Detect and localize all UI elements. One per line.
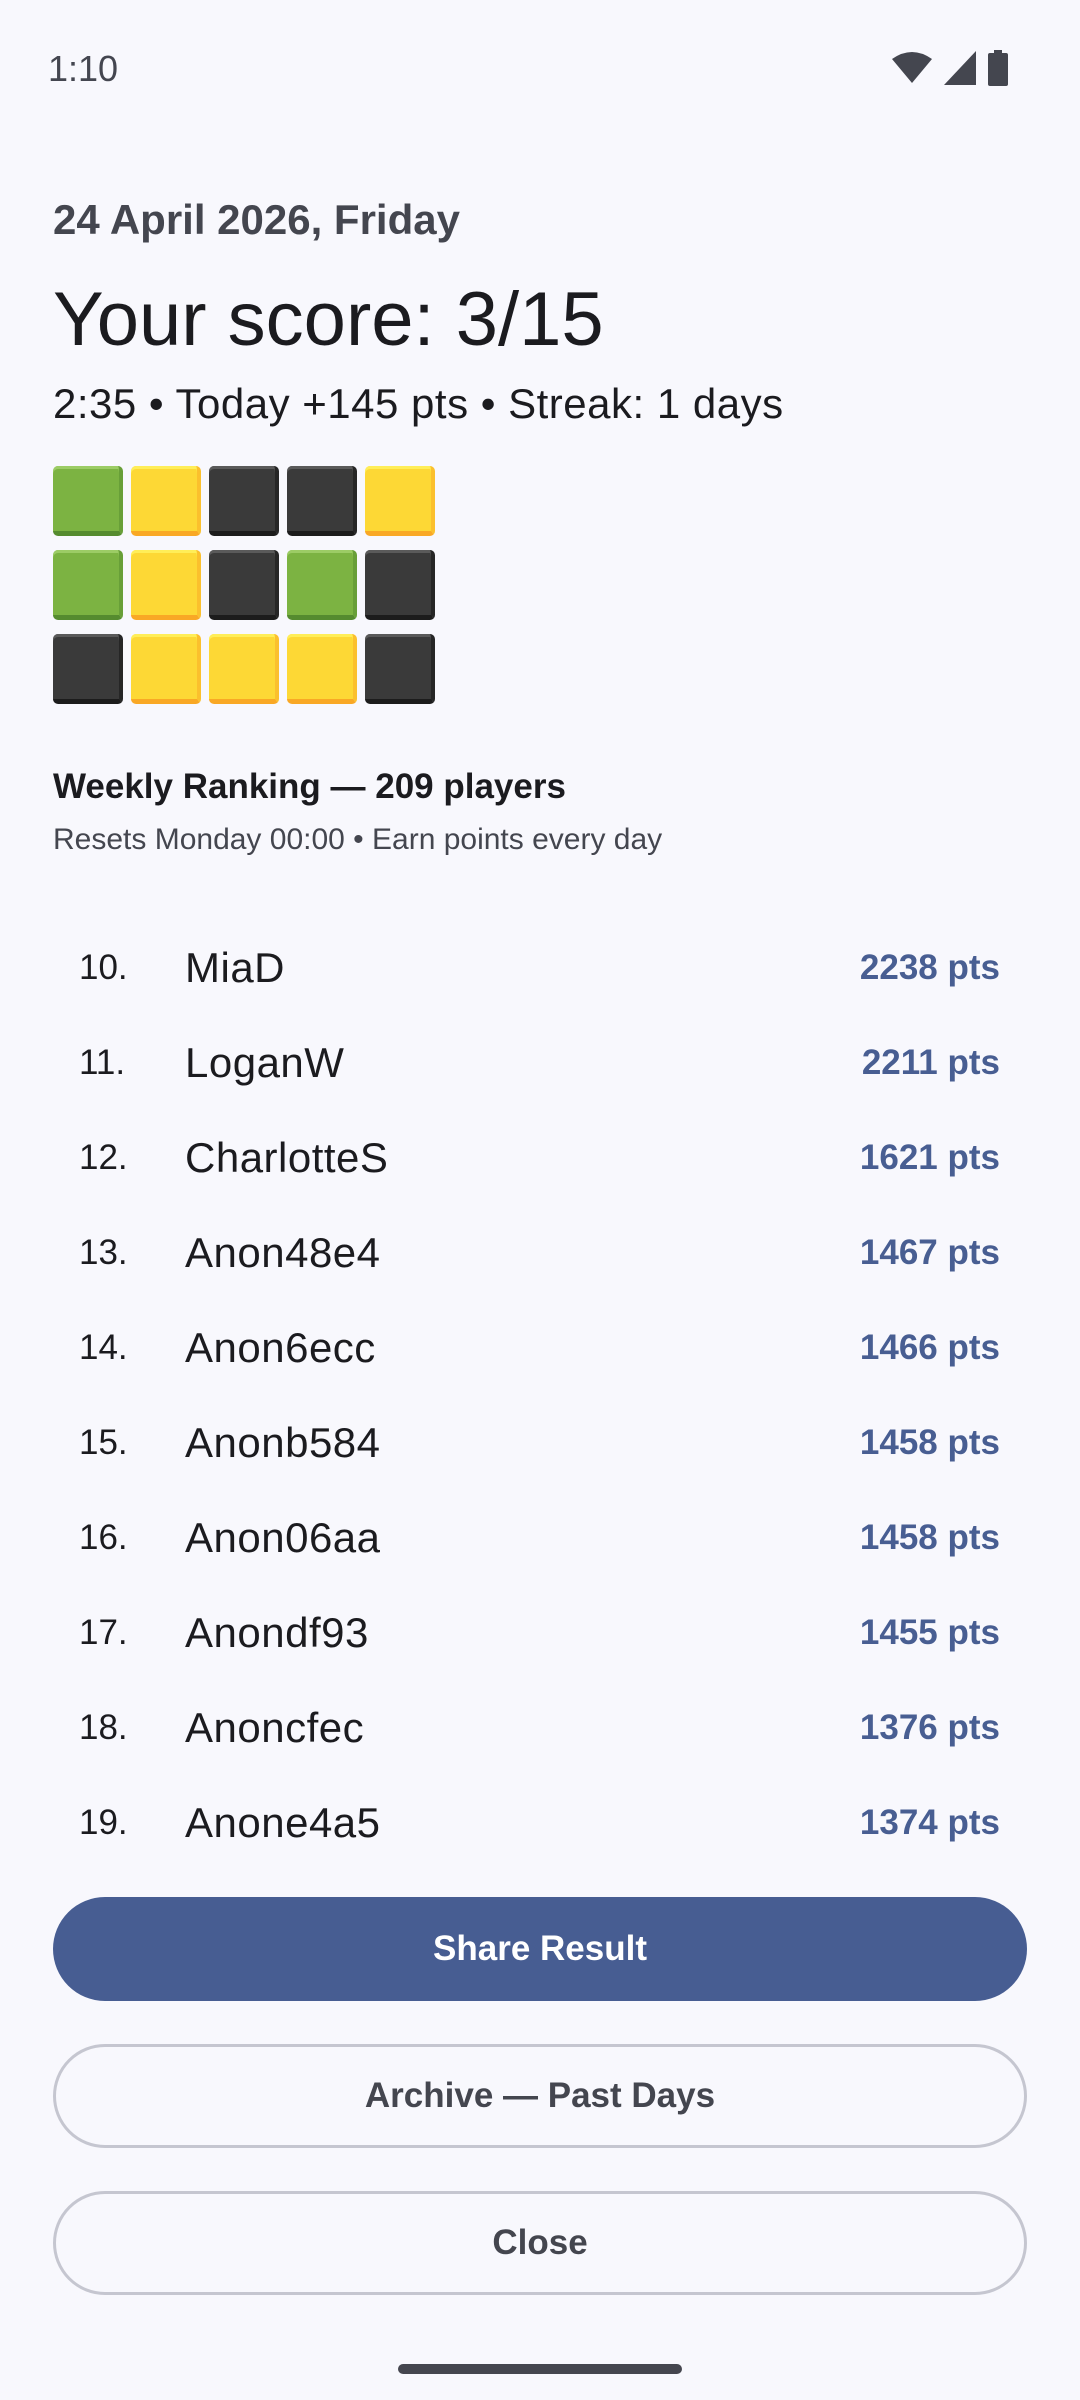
ranking-row: 10. MiaD 2238 pts [53,920,1027,1015]
black-square-icon [209,550,279,620]
stats-line: 2:35 • Today +145 pts • Streak: 1 days [53,380,784,427]
black-square-icon [53,634,123,704]
rank-number: 12. [79,1137,128,1177]
grid-row [53,466,1027,536]
player-name: Anone4a5 [185,1798,381,1846]
result-grid [53,466,1027,704]
ranking-row: 11. LoganW 2211 pts [53,1015,1027,1110]
rank-number: 14. [79,1327,128,1367]
player-points: 1458 pts [859,1422,1000,1462]
rank-number: 18. [79,1707,128,1747]
yellow-square-icon [131,550,201,620]
player-points: 2211 pts [861,1042,1000,1082]
ranking-row: 16. Anon06aa 1458 pts [53,1490,1027,1585]
rank-number: 10. [79,947,128,987]
player-points: 1374 pts [859,1802,1000,1842]
wifi-icon [892,52,932,89]
green-square-icon [53,550,123,620]
close-button[interactable]: Close [53,2191,1027,2295]
grid-row [53,550,1027,620]
ranking-row: 15. Anonb584 1458 pts [53,1395,1027,1490]
ranking-row: 18. Anoncfec 1376 pts [53,1680,1027,1775]
player-points: 1621 pts [859,1137,1000,1177]
rank-number: 11. [79,1042,126,1082]
player-name: Anon48e4 [185,1228,381,1276]
status-icons [892,50,1008,91]
rank-number: 16. [79,1517,128,1557]
yellow-square-icon [287,634,357,704]
player-name: Anon06aa [185,1513,381,1561]
player-name: CharlotteS [185,1133,389,1181]
ranking-title: Weekly Ranking — 209 players [53,767,566,806]
black-square-icon [365,634,435,704]
player-points: 1376 pts [859,1707,1000,1747]
ranking-row: 17. Anondf93 1455 pts [53,1585,1027,1680]
green-square-icon [287,550,357,620]
yellow-square-icon [365,466,435,536]
black-square-icon [365,550,435,620]
yellow-square-icon [131,634,201,704]
ranking-row: 14. Anon6ecc 1466 pts [53,1300,1027,1395]
share-result-button[interactable]: Share Result [53,1897,1027,2001]
player-name: Anoncfec [185,1703,365,1751]
archive-button[interactable]: Archive — Past Days [53,2044,1027,2148]
player-points: 1458 pts [859,1517,1000,1557]
battery-icon [988,50,1008,91]
player-points: 2238 pts [859,947,1000,987]
ranking-row: 13. Anon48e4 1467 pts [53,1205,1027,1300]
player-name: LoganW [185,1038,345,1086]
date-label: 24 April 2026, Friday [53,196,460,243]
status-bar: 1:10 [0,0,1080,140]
score-heading: Your score: 3/15 [53,277,604,362]
rank-number: 13. [79,1232,128,1272]
player-points: 1455 pts [859,1612,1000,1652]
ranking-subtitle: Resets Monday 00:00 • Earn points every … [53,823,663,856]
rank-number: 17. [79,1612,128,1652]
player-points: 1467 pts [859,1232,1000,1272]
result-panel: 24 April 2026, Friday Your score: 3/15 2… [53,190,1027,860]
player-name: Anon6ecc [185,1323,376,1371]
grid-row [53,634,1027,704]
ranking-list[interactable]: 10. MiaD 2238 pts 11. LoganW 2211 pts 12. Charl… [53,920,1027,1855]
rank-number: 19. [79,1802,128,1842]
player-name: Anonb584 [185,1418,381,1466]
green-square-icon [53,466,123,536]
status-time: 1:10 [48,48,119,89]
player-points: 1466 pts [859,1327,1000,1367]
yellow-square-icon [131,466,201,536]
rank-number: 15. [79,1422,128,1462]
player-name: MiaD [185,943,286,991]
cell-signal-icon [944,51,976,90]
player-name: Anondf93 [185,1608,369,1656]
ranking-row: 12. CharlotteS 1621 pts [53,1110,1027,1205]
ranking-row: 19. Anone4a5 1374 pts [53,1775,1027,1855]
yellow-square-icon [209,634,279,704]
home-indicator[interactable] [398,2364,682,2374]
black-square-icon [287,466,357,536]
black-square-icon [209,466,279,536]
